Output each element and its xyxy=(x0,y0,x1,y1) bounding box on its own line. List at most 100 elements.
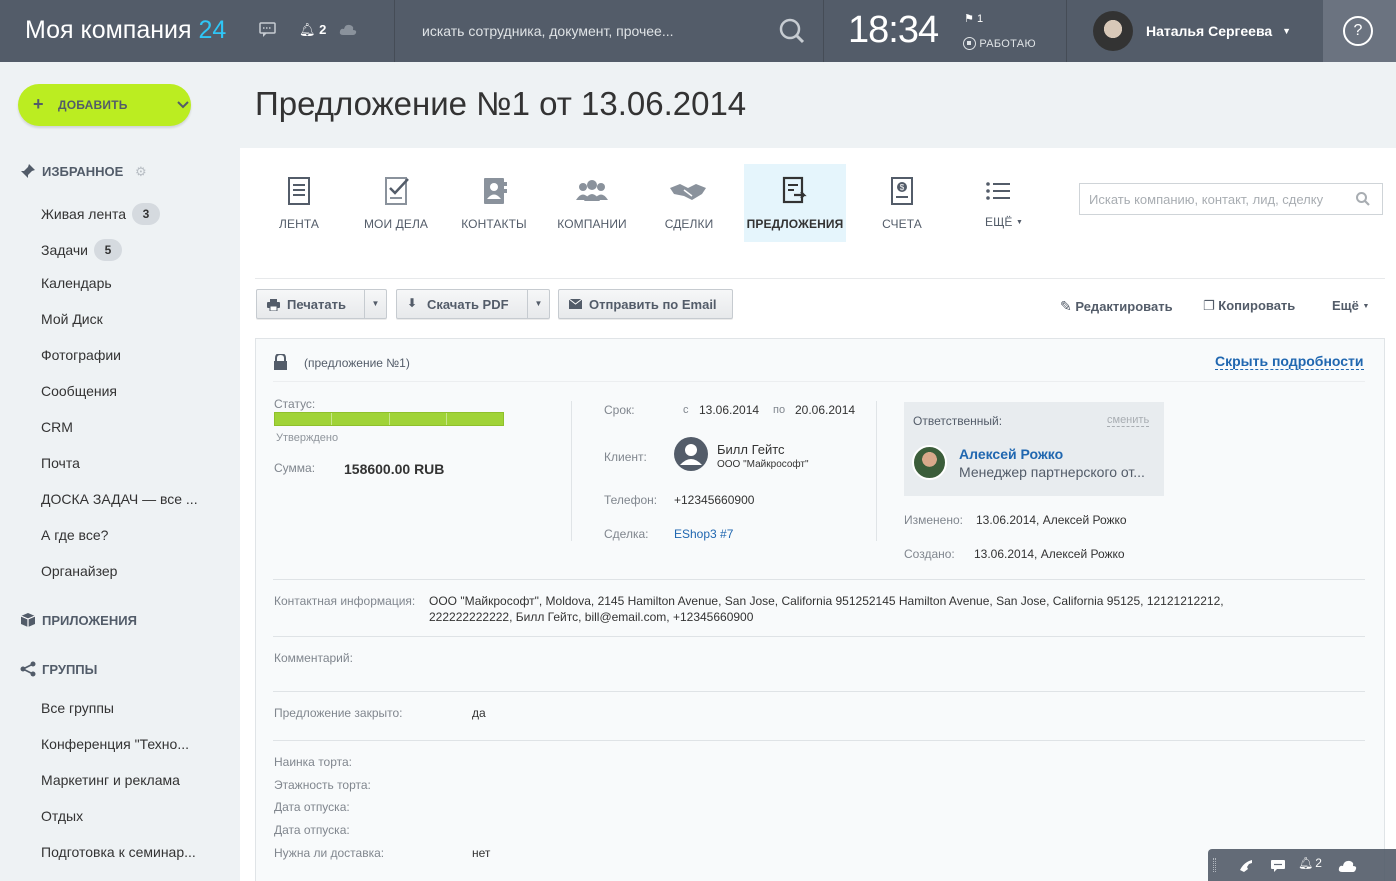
sidebar-group-rest[interactable]: Отдых xyxy=(41,808,201,824)
flag-icon: ⚑ xyxy=(964,13,974,25)
favorites-title: ИЗБРАННОЕ xyxy=(42,164,124,179)
favorites-section[interactable]: ИЗБРАННОЕ ⚙ xyxy=(20,163,147,180)
client-company[interactable]: ООО "Майкрософт" xyxy=(717,459,809,470)
changed-value: 13.06.2014, Алексей Рожко xyxy=(976,513,1127,527)
send-email-button[interactable]: Отправить по Email xyxy=(558,289,733,319)
sidebar-item-where-all[interactable]: А где все? xyxy=(41,527,201,543)
add-button-label: ДОБАВИТЬ xyxy=(58,98,128,112)
chevron-down-icon[interactable]: ▼ xyxy=(364,290,386,318)
column-divider xyxy=(571,401,572,541)
notifications-count: 2 xyxy=(319,22,327,37)
bottom-toolbar: 🔔︎ 2 xyxy=(1208,849,1396,881)
chat-icon[interactable] xyxy=(1270,859,1286,873)
lock-icon xyxy=(274,354,287,370)
sidebar-item-crm[interactable]: CRM xyxy=(41,419,201,435)
crm-search-input[interactable] xyxy=(1079,183,1383,215)
chat-icon[interactable] xyxy=(259,22,277,38)
notifications[interactable]: 🔔︎ 2 xyxy=(299,22,326,38)
drag-handle[interactable] xyxy=(1213,858,1216,872)
sidebar-item-mail[interactable]: Почта xyxy=(41,455,201,471)
copy-action[interactable]: ❐ Копировать xyxy=(1203,298,1295,314)
sidebar-item-tasks[interactable]: Задачи 5 xyxy=(41,239,201,261)
handshake-icon xyxy=(670,184,706,200)
sum-value: 158600.00 RUB xyxy=(344,461,445,477)
hide-details-link[interactable]: Скрыть подробности xyxy=(1215,353,1364,370)
sidebar-item-organizer[interactable]: Органайзер xyxy=(41,563,201,579)
sidebar-group-marketing[interactable]: Маркетинг и реклама xyxy=(41,772,201,788)
tab-companies[interactable]: КОМПАНИИ xyxy=(546,164,638,242)
envelope-icon xyxy=(569,299,582,309)
custom-field-label: Нужна ли доставка: xyxy=(274,846,385,860)
client-name[interactable]: Билл Гейтс xyxy=(717,442,785,457)
tab-more[interactable]: ЕЩЁ ▼ xyxy=(964,164,1044,242)
work-status[interactable]: РАБОТАЮ xyxy=(963,37,1036,50)
global-search-input[interactable] xyxy=(396,0,824,62)
tab-deals[interactable]: СДЕЛКИ xyxy=(648,164,730,242)
add-button[interactable]: + ДОБАВИТЬ xyxy=(18,84,191,126)
sidebar-item-photos[interactable]: Фотографии xyxy=(41,347,201,363)
tab-contacts[interactable]: КОНТАКТЫ xyxy=(452,164,536,242)
tab-label: ЛЕНТА xyxy=(279,217,319,231)
list-icon xyxy=(986,182,1010,200)
tab-quotes[interactable]: ПРЕДЛОЖЕНИЯ xyxy=(744,164,846,242)
client-avatar-icon[interactable] xyxy=(674,437,708,471)
edit-action[interactable]: ✎ Редактировать xyxy=(1060,298,1173,315)
cloud-icon[interactable] xyxy=(1338,858,1358,874)
sidebar-item-feed[interactable]: Живая лента 3 xyxy=(41,203,201,225)
clock[interactable]: 18:34 xyxy=(848,9,939,52)
tab-more-label: ЕЩЁ ▼ xyxy=(964,215,1044,229)
chevron-down-icon[interactable]: ▼ xyxy=(527,290,549,318)
responsible-avatar[interactable] xyxy=(912,445,947,480)
user-avatar[interactable] xyxy=(1093,11,1133,51)
chevron-down-icon: ▼ xyxy=(1015,219,1024,226)
cube-icon xyxy=(20,613,36,627)
groups-section[interactable]: ГРУППЫ xyxy=(20,661,97,677)
change-responsible-link[interactable]: сменить xyxy=(1107,414,1150,427)
sidebar-group-all[interactable]: Все группы xyxy=(41,700,201,716)
tab-invoices[interactable]: $ СЧЕТА xyxy=(864,164,940,242)
sidebar-item-task-board[interactable]: ДОСКА ЗАДАЧ — все ... xyxy=(41,491,201,507)
print-button[interactable]: Печатать ▼ xyxy=(256,289,387,319)
deal-label: Сделка: xyxy=(604,527,649,541)
sidebar-item-disk[interactable]: Мой Диск xyxy=(41,311,201,327)
bell-icon: 🔔︎ xyxy=(299,22,316,37)
sidebar-item-label: Задачи xyxy=(41,242,89,258)
sidebar-item-calendar[interactable]: Календарь xyxy=(41,275,201,291)
tasks-flag[interactable]: ⚑ 1 xyxy=(964,12,983,25)
search-icon[interactable] xyxy=(1355,191,1371,207)
bottom-notifications[interactable]: 🔔︎ 2 xyxy=(1298,856,1322,870)
chevron-down-icon xyxy=(177,101,189,109)
tab-label: ПРЕДЛОЖЕНИЯ xyxy=(746,217,844,231)
apps-section[interactable]: ПРИЛОЖЕНИЯ xyxy=(20,612,137,628)
responsible-name[interactable]: Алексей Рожко xyxy=(959,446,1063,462)
sidebar-item-messages[interactable]: Сообщения xyxy=(41,383,201,399)
tab-activities[interactable]: МОИ ДЕЛА xyxy=(350,164,442,242)
more-action[interactable]: Ещё ▼ xyxy=(1332,298,1369,313)
user-menu[interactable]: Наталья Сергеева ▼ xyxy=(1146,23,1291,39)
tab-label: МОИ ДЕЛА xyxy=(363,217,429,231)
more-label: Ещё xyxy=(1332,298,1359,313)
download-icon: ⬇︎ xyxy=(407,296,418,310)
phone-icon[interactable] xyxy=(1238,858,1254,874)
phone-value[interactable]: +12345660900 xyxy=(674,493,754,507)
apps-title: ПРИЛОЖЕНИЯ xyxy=(42,613,137,628)
changed-label: Изменено: xyxy=(904,513,963,527)
sidebar-item-label: Живая лента xyxy=(41,206,127,222)
invoice-icon: $ xyxy=(891,177,913,205)
edit-label: Редактировать xyxy=(1075,299,1173,314)
download-pdf-button[interactable]: ⬇︎ Скачать PDF ▼ xyxy=(396,289,550,319)
pencil-icon: ✎ xyxy=(1060,298,1072,314)
tab-feed[interactable]: ЛЕНТА xyxy=(258,164,340,242)
cloud-icon[interactable] xyxy=(339,23,357,37)
company-logo[interactable]: Моя компания 24 xyxy=(25,16,226,45)
gear-icon[interactable]: ⚙ xyxy=(135,164,147,179)
status-progress-bar[interactable] xyxy=(274,412,504,426)
custom-field-value: нет xyxy=(472,846,491,860)
tab-label: КОНТАКТЫ xyxy=(461,217,527,231)
sidebar-group-conference[interactable]: Конференция "Техно... xyxy=(41,736,201,752)
search-icon[interactable] xyxy=(772,16,812,48)
help-button[interactable]: ? xyxy=(1323,0,1396,62)
deal-link[interactable]: EShop3 #7 xyxy=(674,527,733,541)
logo-text: Моя компания xyxy=(25,16,192,44)
sidebar-group-seminar[interactable]: Подготовка к семинар... xyxy=(41,844,201,860)
